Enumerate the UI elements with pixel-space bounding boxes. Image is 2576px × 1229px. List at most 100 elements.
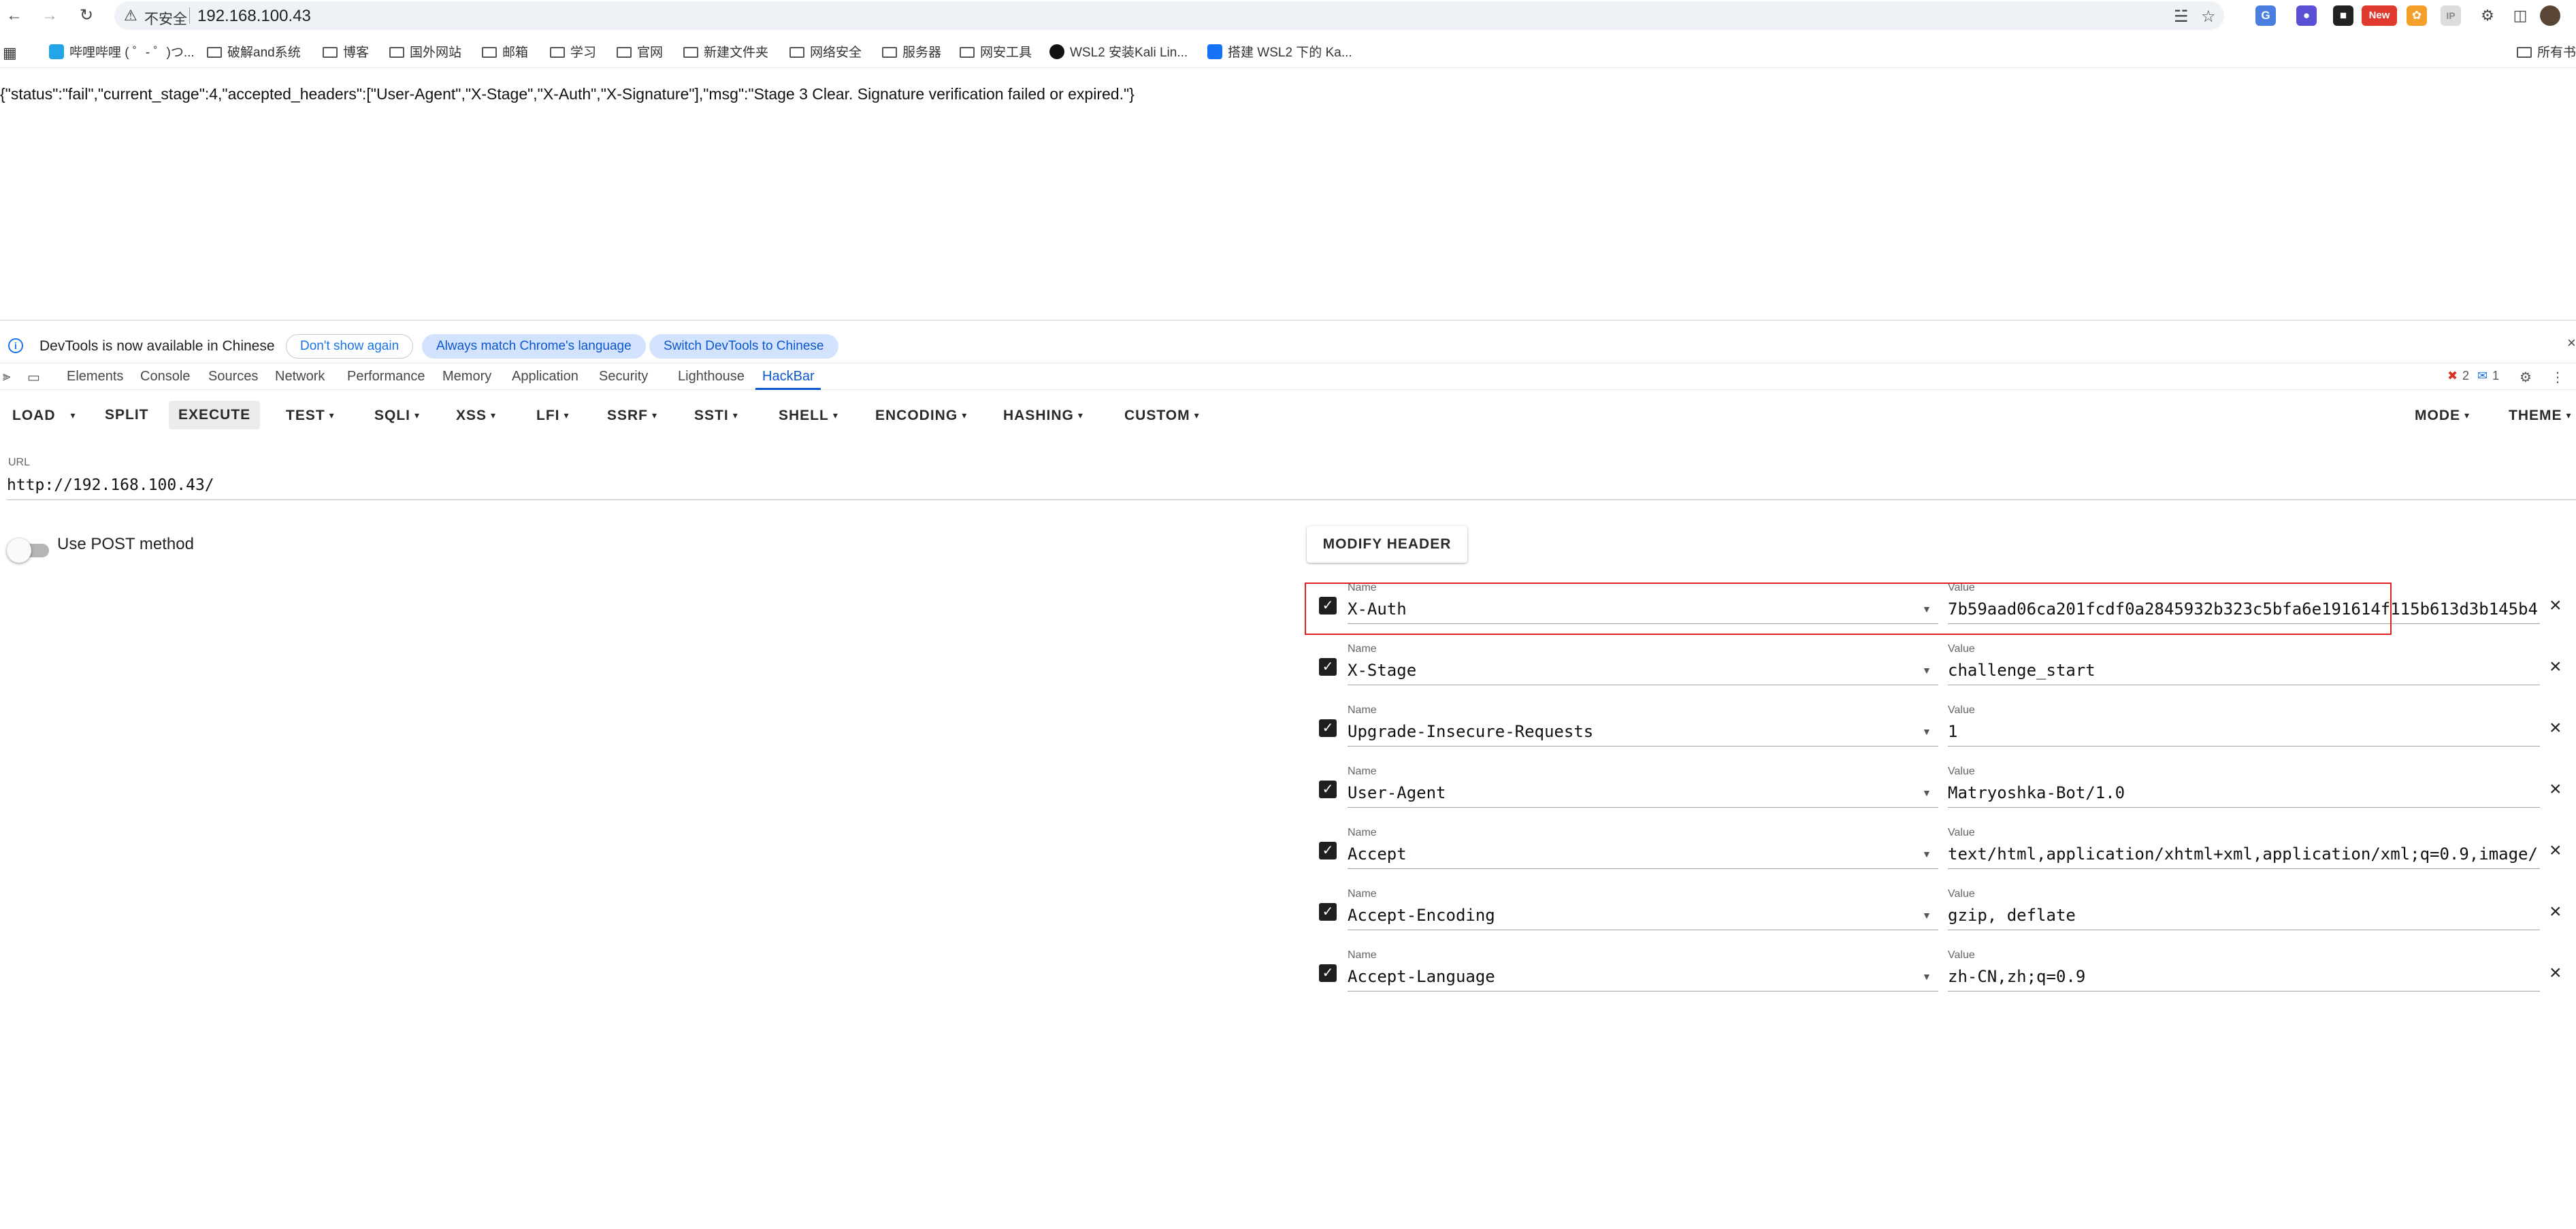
settings-gear-icon[interactable]: ⚙ bbox=[2520, 369, 2532, 386]
header-enabled-checkbox[interactable]: ✓ bbox=[1319, 842, 1337, 859]
omnibox[interactable]: ⚠ 不安全 192.168.100.43 ☱ ☆ bbox=[114, 1, 2224, 30]
header-enabled-checkbox[interactable]: ✓ bbox=[1319, 781, 1337, 798]
header-value-input[interactable]: Matryoshka-Bot/1.0 bbox=[1948, 779, 2540, 808]
chevron-down-icon[interactable]: ▼ bbox=[1922, 726, 1931, 737]
tab-console[interactable]: Console bbox=[140, 369, 190, 384]
extension-badge-icon[interactable]: ● bbox=[2296, 5, 2317, 26]
error-count[interactable]: 2 bbox=[2462, 369, 2469, 383]
bookmark-folder-study[interactable]: 学习 bbox=[550, 44, 596, 63]
bookmark-folder-tools[interactable]: 网安工具 bbox=[960, 44, 1032, 63]
reload-icon[interactable]: ↻ bbox=[75, 4, 98, 27]
bookmark-folder-mail[interactable]: 邮箱 bbox=[482, 44, 528, 63]
translate-icon[interactable]: ☱ bbox=[2174, 7, 2189, 27]
header-name-input[interactable]: Accept bbox=[1348, 840, 1938, 869]
close-icon[interactable]: × bbox=[2549, 900, 2562, 923]
extension-dark-icon[interactable]: ■ bbox=[2333, 5, 2353, 26]
bookmark-folder-new[interactable]: 新建文件夹 bbox=[683, 44, 768, 63]
url-input[interactable]: http://192.168.100.43/ bbox=[7, 474, 2576, 500]
bookmark-wsl2-kali[interactable]: WSL2 安装Kali Lin... bbox=[1049, 44, 1188, 63]
post-method-toggle[interactable] bbox=[7, 536, 49, 563]
modify-header-button[interactable]: MODIFY HEADER bbox=[1307, 526, 1467, 563]
ssrf-menu[interactable]: SSRF ▾ bbox=[598, 401, 667, 429]
security-label[interactable]: 不安全 bbox=[144, 8, 187, 29]
bookmark-folder-foreign[interactable]: 国外网站 bbox=[389, 44, 461, 63]
hashing-menu[interactable]: HASHING ▾ bbox=[994, 401, 1093, 429]
header-name-input[interactable]: Upgrade-Insecure-Requests bbox=[1348, 718, 1938, 747]
bookmark-folder-server[interactable]: 服务器 bbox=[882, 44, 941, 63]
bookmark-folder-blog[interactable]: 博客 bbox=[323, 44, 369, 63]
header-enabled-checkbox[interactable]: ✓ bbox=[1319, 658, 1337, 676]
header-enabled-checkbox[interactable]: ✓ bbox=[1319, 964, 1337, 982]
chevron-down-icon[interactable]: ▼ bbox=[1922, 787, 1931, 798]
tab-memory[interactable]: Memory bbox=[442, 369, 491, 384]
mode-menu[interactable]: MODE ▾ bbox=[2405, 401, 2479, 429]
bookmark-wsl2-build[interactable]: 搭建 WSL2 下的 Ka... bbox=[1207, 44, 1352, 63]
chevron-down-icon[interactable]: ▼ bbox=[1922, 910, 1931, 921]
sqli-menu[interactable]: SQLI ▾ bbox=[365, 401, 429, 429]
header-enabled-checkbox[interactable]: ✓ bbox=[1319, 903, 1337, 921]
load-button[interactable]: LOAD ▾ bbox=[3, 401, 86, 429]
close-icon[interactable]: × bbox=[2567, 334, 2576, 352]
chevron-down-icon[interactable]: ▼ bbox=[1922, 971, 1931, 982]
header-name-input[interactable]: Accept-Language bbox=[1348, 963, 1938, 992]
xss-menu[interactable]: XSS ▾ bbox=[446, 401, 506, 429]
execute-button[interactable]: EXECUTE bbox=[169, 401, 261, 429]
close-icon[interactable]: × bbox=[2549, 594, 2562, 617]
close-icon[interactable]: × bbox=[2549, 717, 2562, 740]
split-button[interactable]: SPLIT bbox=[95, 401, 159, 429]
close-icon[interactable]: × bbox=[2549, 655, 2562, 678]
chevron-down-icon[interactable]: ▼ bbox=[1922, 849, 1931, 859]
header-name-input[interactable]: X-Stage bbox=[1348, 657, 1938, 685]
close-icon[interactable]: × bbox=[2549, 962, 2562, 985]
bookmark-all[interactable]: 所有书 bbox=[2517, 44, 2576, 63]
theme-menu[interactable]: THEME ▾ bbox=[2499, 401, 2576, 429]
message-count[interactable]: 1 bbox=[2492, 369, 2499, 383]
profile-avatar[interactable] bbox=[2540, 5, 2560, 26]
extension-ip-icon[interactable]: IP bbox=[2441, 5, 2461, 26]
inspect-element-icon[interactable]: ⫸ bbox=[3, 369, 10, 384]
close-icon[interactable]: × bbox=[2549, 839, 2562, 862]
tab-hackbar[interactable]: HackBar bbox=[762, 369, 815, 384]
test-menu[interactable]: TEST ▾ bbox=[276, 401, 344, 429]
tab-elements[interactable]: Elements bbox=[67, 369, 123, 384]
extension-new-icon[interactable]: New bbox=[2362, 5, 2397, 26]
sidepanel-icon[interactable]: ◫ bbox=[2510, 5, 2530, 26]
header-value-input[interactable]: zh-CN,zh;q=0.9 bbox=[1948, 963, 2540, 992]
header-name-input[interactable]: Accept-Encoding bbox=[1348, 902, 1938, 930]
forward-icon[interactable]: → bbox=[38, 4, 61, 27]
tab-performance[interactable]: Performance bbox=[347, 369, 425, 384]
close-icon[interactable]: × bbox=[2549, 778, 2562, 801]
header-value-input[interactable]: text/html,application/xhtml+xml,applicat… bbox=[1948, 840, 2540, 869]
chevron-down-icon[interactable]: ▼ bbox=[1922, 665, 1931, 676]
header-value-input[interactable]: challenge_start bbox=[1948, 657, 2540, 685]
header-name-input[interactable]: User-Agent bbox=[1348, 779, 1938, 808]
bookmark-folder-official[interactable]: 官网 bbox=[617, 44, 663, 63]
tab-lighthouse[interactable]: Lighthouse bbox=[678, 369, 745, 384]
bookmark-bilibili[interactable]: 哔哩哔哩 ( ゜- ゜)つ... bbox=[49, 44, 195, 63]
tab-sources[interactable]: Sources bbox=[208, 369, 258, 384]
apps-grid-icon[interactable]: ▦ bbox=[3, 44, 17, 63]
ssti-menu[interactable]: SSTI ▾ bbox=[685, 401, 748, 429]
device-toolbar-icon[interactable]: ▭ bbox=[27, 369, 40, 386]
switch-chinese-button[interactable]: Switch DevTools to Chinese bbox=[649, 334, 838, 359]
more-options-icon[interactable]: ⋮ bbox=[2551, 369, 2564, 386]
extension-fox-icon[interactable]: ✿ bbox=[2407, 5, 2427, 26]
error-icon[interactable]: ✖ bbox=[2447, 369, 2458, 383]
bookmark-star-icon[interactable]: ☆ bbox=[2201, 7, 2216, 27]
back-icon[interactable]: ← bbox=[3, 4, 26, 27]
header-value-input[interactable]: gzip, deflate bbox=[1948, 902, 2540, 930]
tab-application[interactable]: Application bbox=[512, 369, 578, 384]
custom-menu[interactable]: CUSTOM ▾ bbox=[1115, 401, 1209, 429]
address-text[interactable]: 192.168.100.43 bbox=[197, 7, 311, 26]
shell-menu[interactable]: SHELL ▾ bbox=[769, 401, 848, 429]
chevron-down-icon[interactable]: ▾ bbox=[71, 410, 76, 421]
bookmark-folder-crack[interactable]: 破解and系统 bbox=[207, 44, 301, 63]
tab-network[interactable]: Network bbox=[275, 369, 325, 384]
message-icon[interactable]: ✉ bbox=[2477, 369, 2488, 383]
dont-show-again-button[interactable]: Don't show again bbox=[286, 334, 414, 359]
tab-security[interactable]: Security bbox=[599, 369, 648, 384]
header-enabled-checkbox[interactable]: ✓ bbox=[1319, 719, 1337, 737]
lfi-menu[interactable]: LFI ▾ bbox=[527, 401, 579, 429]
extension-translate-icon[interactable]: G bbox=[2255, 5, 2276, 26]
header-value-input[interactable]: 1 bbox=[1948, 718, 2540, 747]
